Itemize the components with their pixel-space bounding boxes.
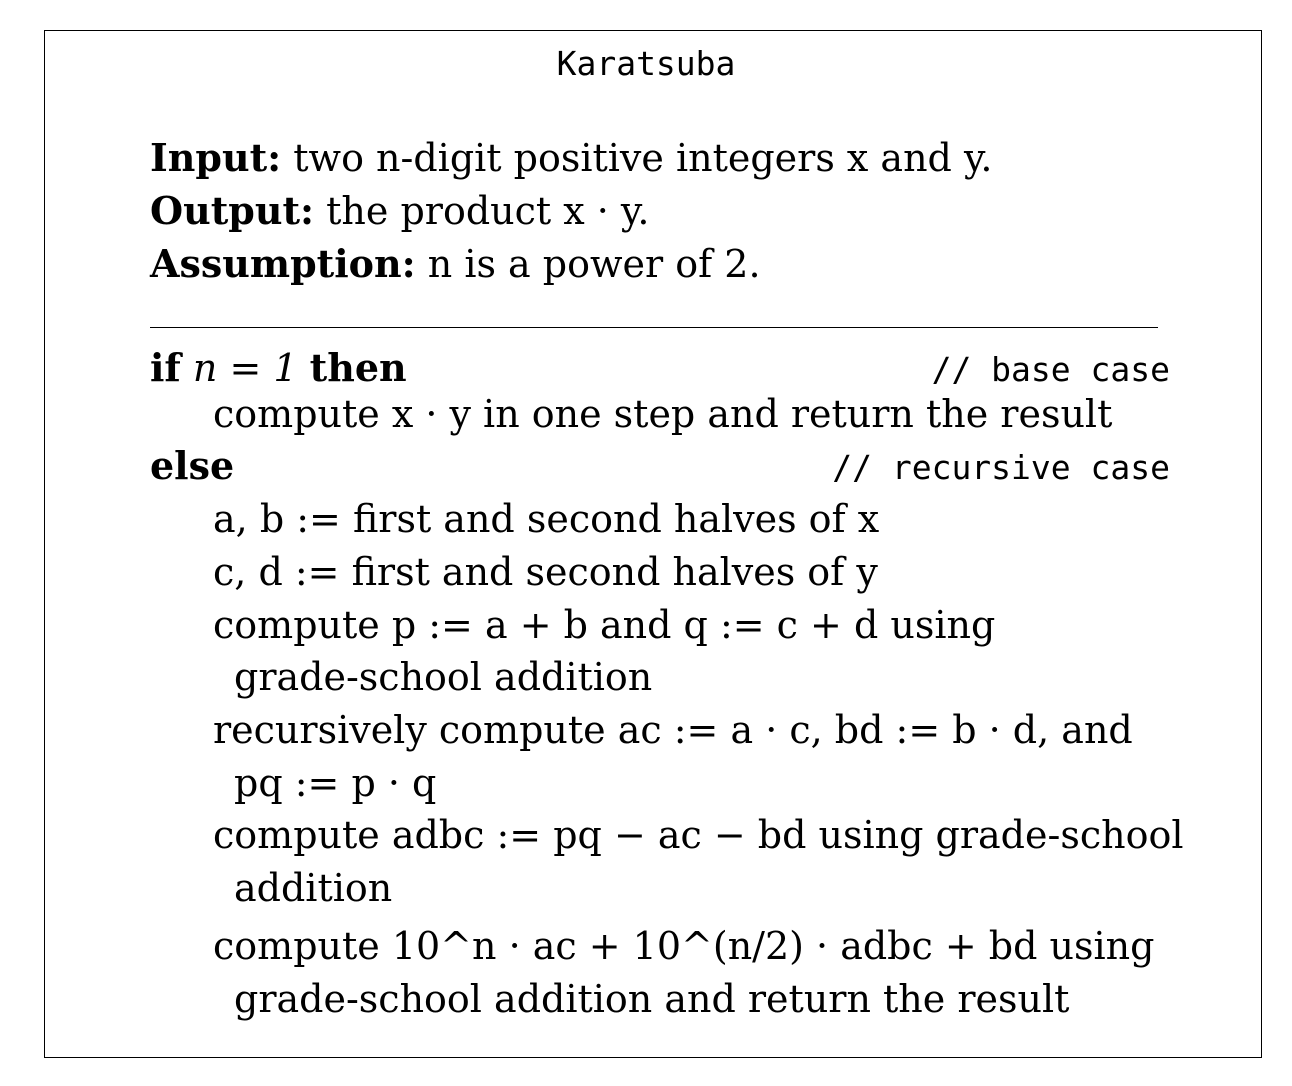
- step-combine: compute 10^n · ac + 10^(n/2) · adbc + bd…: [213, 924, 1155, 968]
- step-recursive-products-cont: pq := p · q: [234, 761, 437, 805]
- step-recursive-products: recursively compute ac := a · c, bd := b…: [213, 708, 1133, 752]
- assumption-line: Assumption: n is a power of 2.: [150, 240, 761, 288]
- output-label: Output:: [150, 188, 315, 233]
- if-line: if n = 1 then: [150, 344, 407, 392]
- input-label: Input:: [150, 135, 282, 180]
- assumption-label: Assumption:: [150, 241, 416, 286]
- step-compute-pq-sums: compute p := a + b and q := c + d using: [213, 603, 996, 647]
- then-keyword: then: [309, 345, 407, 390]
- divider-rule: [150, 327, 1158, 328]
- output-line: Output: the product x · y.: [150, 187, 649, 235]
- recursive-case-comment: // recursive case: [832, 448, 1170, 487]
- else-line: else: [150, 442, 234, 490]
- step-split-x: a, b := first and second halves of x: [213, 497, 880, 541]
- algorithm-box: [44, 30, 1262, 1058]
- step-compute-adbc: compute adbc := pq − ac − bd using grade…: [213, 813, 1184, 857]
- step-compute-adbc-cont: addition: [234, 866, 393, 910]
- if-condition: n = 1: [192, 346, 298, 390]
- assumption-text: n is a power of 2.: [427, 242, 761, 286]
- if-keyword: if: [150, 345, 181, 390]
- else-keyword: else: [150, 443, 235, 488]
- base-case-comment: // base case: [931, 350, 1170, 389]
- base-step: compute x · y in one step and return the…: [213, 392, 1113, 436]
- input-text: two n-digit positive integers x and y.: [293, 136, 993, 180]
- step-combine-cont: grade-school addition and return the res…: [234, 977, 1070, 1021]
- step-compute-pq-sums-cont: grade-school addition: [234, 655, 653, 699]
- algorithm-title: Karatsuba: [556, 44, 736, 83]
- input-line: Input: two n-digit positive integers x a…: [150, 134, 992, 182]
- step-split-y: c, d := first and second halves of y: [213, 550, 878, 594]
- output-text: the product x · y.: [326, 189, 650, 233]
